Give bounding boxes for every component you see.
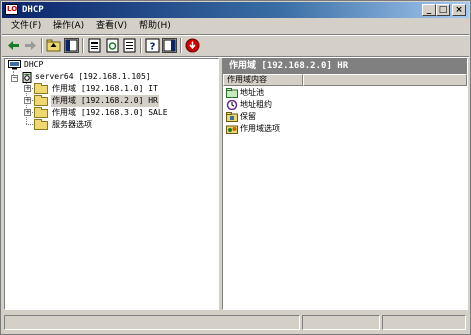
properties-icon[interactable] [87,38,102,53]
toolbar: ? [2,36,469,56]
details-header: 作用域 [192.168.2.0] HR [223,59,467,74]
address-lease-icon [226,100,238,110]
scope-expander[interactable]: + [24,109,31,116]
status-bar [2,313,469,333]
column-header-scope-contents[interactable]: 作用域内容 [223,74,303,86]
server-icon [22,72,32,83]
menu-view[interactable]: 查看(V) [96,20,127,33]
menu-help[interactable]: 帮助(H) [139,20,171,33]
folder-icon [34,83,48,94]
dhcp-window: LO DHCP _ □ × 文件(F) 操作(A) 查看(V) 帮助(H) ? [0,0,471,335]
minimize-button[interactable]: _ [422,4,436,16]
folder-icon [34,95,48,106]
show-tree-icon[interactable] [64,38,79,53]
maximize-button[interactable]: □ [436,4,450,16]
toolbar-separator [82,38,84,53]
window-title: DHCP [22,5,44,15]
status-cell [4,315,300,330]
dhcp-app-icon: LO [5,4,18,15]
scope-expander[interactable]: + [24,97,31,104]
dhcp-root-icon [8,60,21,70]
column-header-filler [303,74,467,86]
status-cell [302,315,380,330]
scope-options-icon [226,125,238,134]
scope-expander[interactable]: + [24,85,31,92]
up-folder-icon[interactable] [46,38,61,53]
forward-icon[interactable] [23,38,38,53]
folder-icon [34,119,48,130]
menu-file[interactable]: 文件(F) [11,20,41,33]
stop-icon[interactable] [185,38,200,53]
back-icon[interactable] [6,38,21,53]
console-tree-pane[interactable]: DHCP − server64 [192.168.1.105] + 作用域 [1… [4,58,219,310]
svg-text:?: ? [150,42,156,53]
title-bar[interactable]: LO DHCP _ □ × [2,2,469,18]
toolbar-separator [140,38,142,53]
server-expander[interactable]: − [11,75,18,82]
reservation-icon [226,112,238,122]
refresh-icon[interactable] [105,38,120,53]
export-list-icon[interactable] [122,38,137,53]
address-pool-icon [226,88,238,98]
toolbar-separator [180,38,182,53]
toolbar-separator [41,38,43,53]
menu-action[interactable]: 操作(A) [53,20,84,33]
status-cell [382,315,466,330]
details-pane: 作用域 [192.168.2.0] HR 作用域内容 地址池 地址租约 保留 作… [222,58,468,310]
menu-bar: 文件(F) 操作(A) 查看(V) 帮助(H) [2,19,469,34]
help-icon[interactable]: ? [145,38,160,53]
folder-icon [34,107,48,118]
close-button[interactable]: × [452,4,466,16]
console-icon[interactable] [162,38,177,53]
